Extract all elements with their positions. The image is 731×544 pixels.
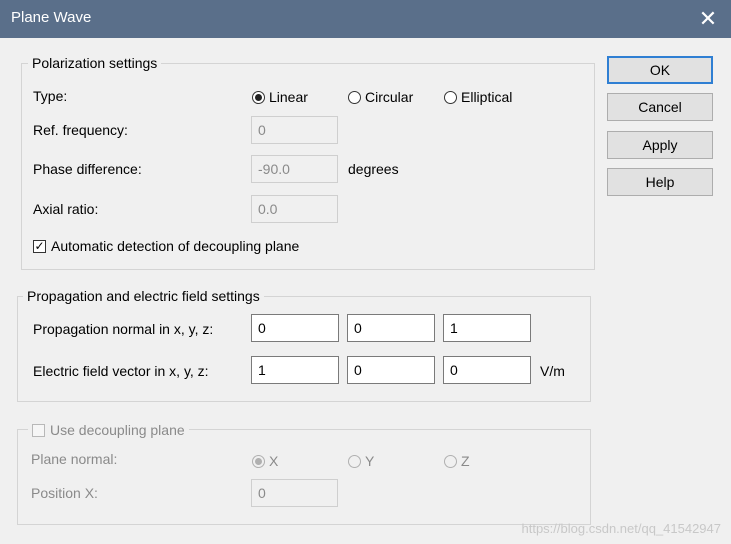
radio-elliptical[interactable]: Elliptical [444,89,512,105]
efield-vector-x[interactable]: 1 [251,356,339,384]
auto-detect-check-icon[interactable]: ✓ [33,239,46,253]
watermark-text: https://blog.csdn.net/qq_41542947 [521,521,722,536]
title-bar: Plane Wave ✕ [0,0,731,38]
propagation-legend: Propagation and electric field settings [23,288,264,304]
close-icon[interactable]: ✕ [685,0,731,38]
efield-vector-z[interactable]: 0 [443,356,531,384]
window-title: Plane Wave [11,9,92,26]
radio-plane-x[interactable]: X [252,453,278,469]
efield-vector-y[interactable]: 0 [347,356,435,384]
radio-plane-z-label: Z [461,453,470,469]
radio-circular[interactable]: Circular [348,89,413,105]
use-decoupling-checkbox[interactable]: Use decoupling plane [28,422,189,438]
radio-plane-y[interactable]: Y [348,453,374,469]
propagation-normal-y[interactable]: 0 [347,314,435,342]
propagation-normal-label: Propagation normal in x, y, z: [33,321,214,337]
position-x-label: Position X: [31,485,98,501]
radio-plane-z-circle[interactable] [444,454,457,468]
radio-linear-label: Linear [269,89,308,105]
radio-plane-y-label: Y [365,453,375,469]
polarization-legend: Polarization settings [28,55,162,71]
radio-elliptical-label: Elliptical [461,89,513,105]
use-decoupling-label: Use decoupling plane [50,422,185,438]
use-decoupling-check-icon[interactable] [32,423,45,437]
radio-plane-x-circle[interactable] [252,454,265,468]
radio-circular-circle[interactable] [348,90,361,104]
propagation-group [17,296,591,402]
auto-detect-label: Automatic detection of decoupling plane [51,238,300,254]
phase-difference-label: Phase difference: [33,161,142,177]
cancel-button[interactable]: Cancel [607,93,713,121]
radio-elliptical-circle[interactable] [444,90,457,104]
plane-normal-label: Plane normal: [31,451,118,467]
radio-plane-y-circle[interactable] [348,454,361,468]
decoupling-group [17,429,591,525]
phase-difference-field[interactable]: -90.0 [251,155,338,183]
position-x-field[interactable]: 0 [251,479,338,507]
efield-unit-label: V/m [540,363,565,379]
auto-detect-checkbox[interactable]: ✓ Automatic detection of decoupling plan… [33,238,299,254]
radio-circular-label: Circular [365,89,414,105]
type-label: Type: [33,88,68,104]
ok-button[interactable]: OK [607,56,713,84]
radio-plane-x-label: X [269,453,279,469]
ref-frequency-label: Ref. frequency: [33,122,128,138]
axial-ratio-label: Axial ratio: [33,201,99,217]
radio-linear[interactable]: Linear [252,89,308,105]
radio-linear-circle[interactable] [252,90,265,104]
radio-plane-z[interactable]: Z [444,453,470,469]
axial-ratio-field[interactable]: 0.0 [251,195,338,223]
help-button[interactable]: Help [607,168,713,196]
efield-vector-label: Electric field vector in x, y, z: [33,363,209,379]
ref-frequency-field[interactable]: 0 [251,116,338,144]
phase-unit-label: degrees [348,161,399,177]
propagation-normal-x[interactable]: 0 [251,314,339,342]
propagation-normal-z[interactable]: 1 [443,314,531,342]
apply-button[interactable]: Apply [607,131,713,159]
